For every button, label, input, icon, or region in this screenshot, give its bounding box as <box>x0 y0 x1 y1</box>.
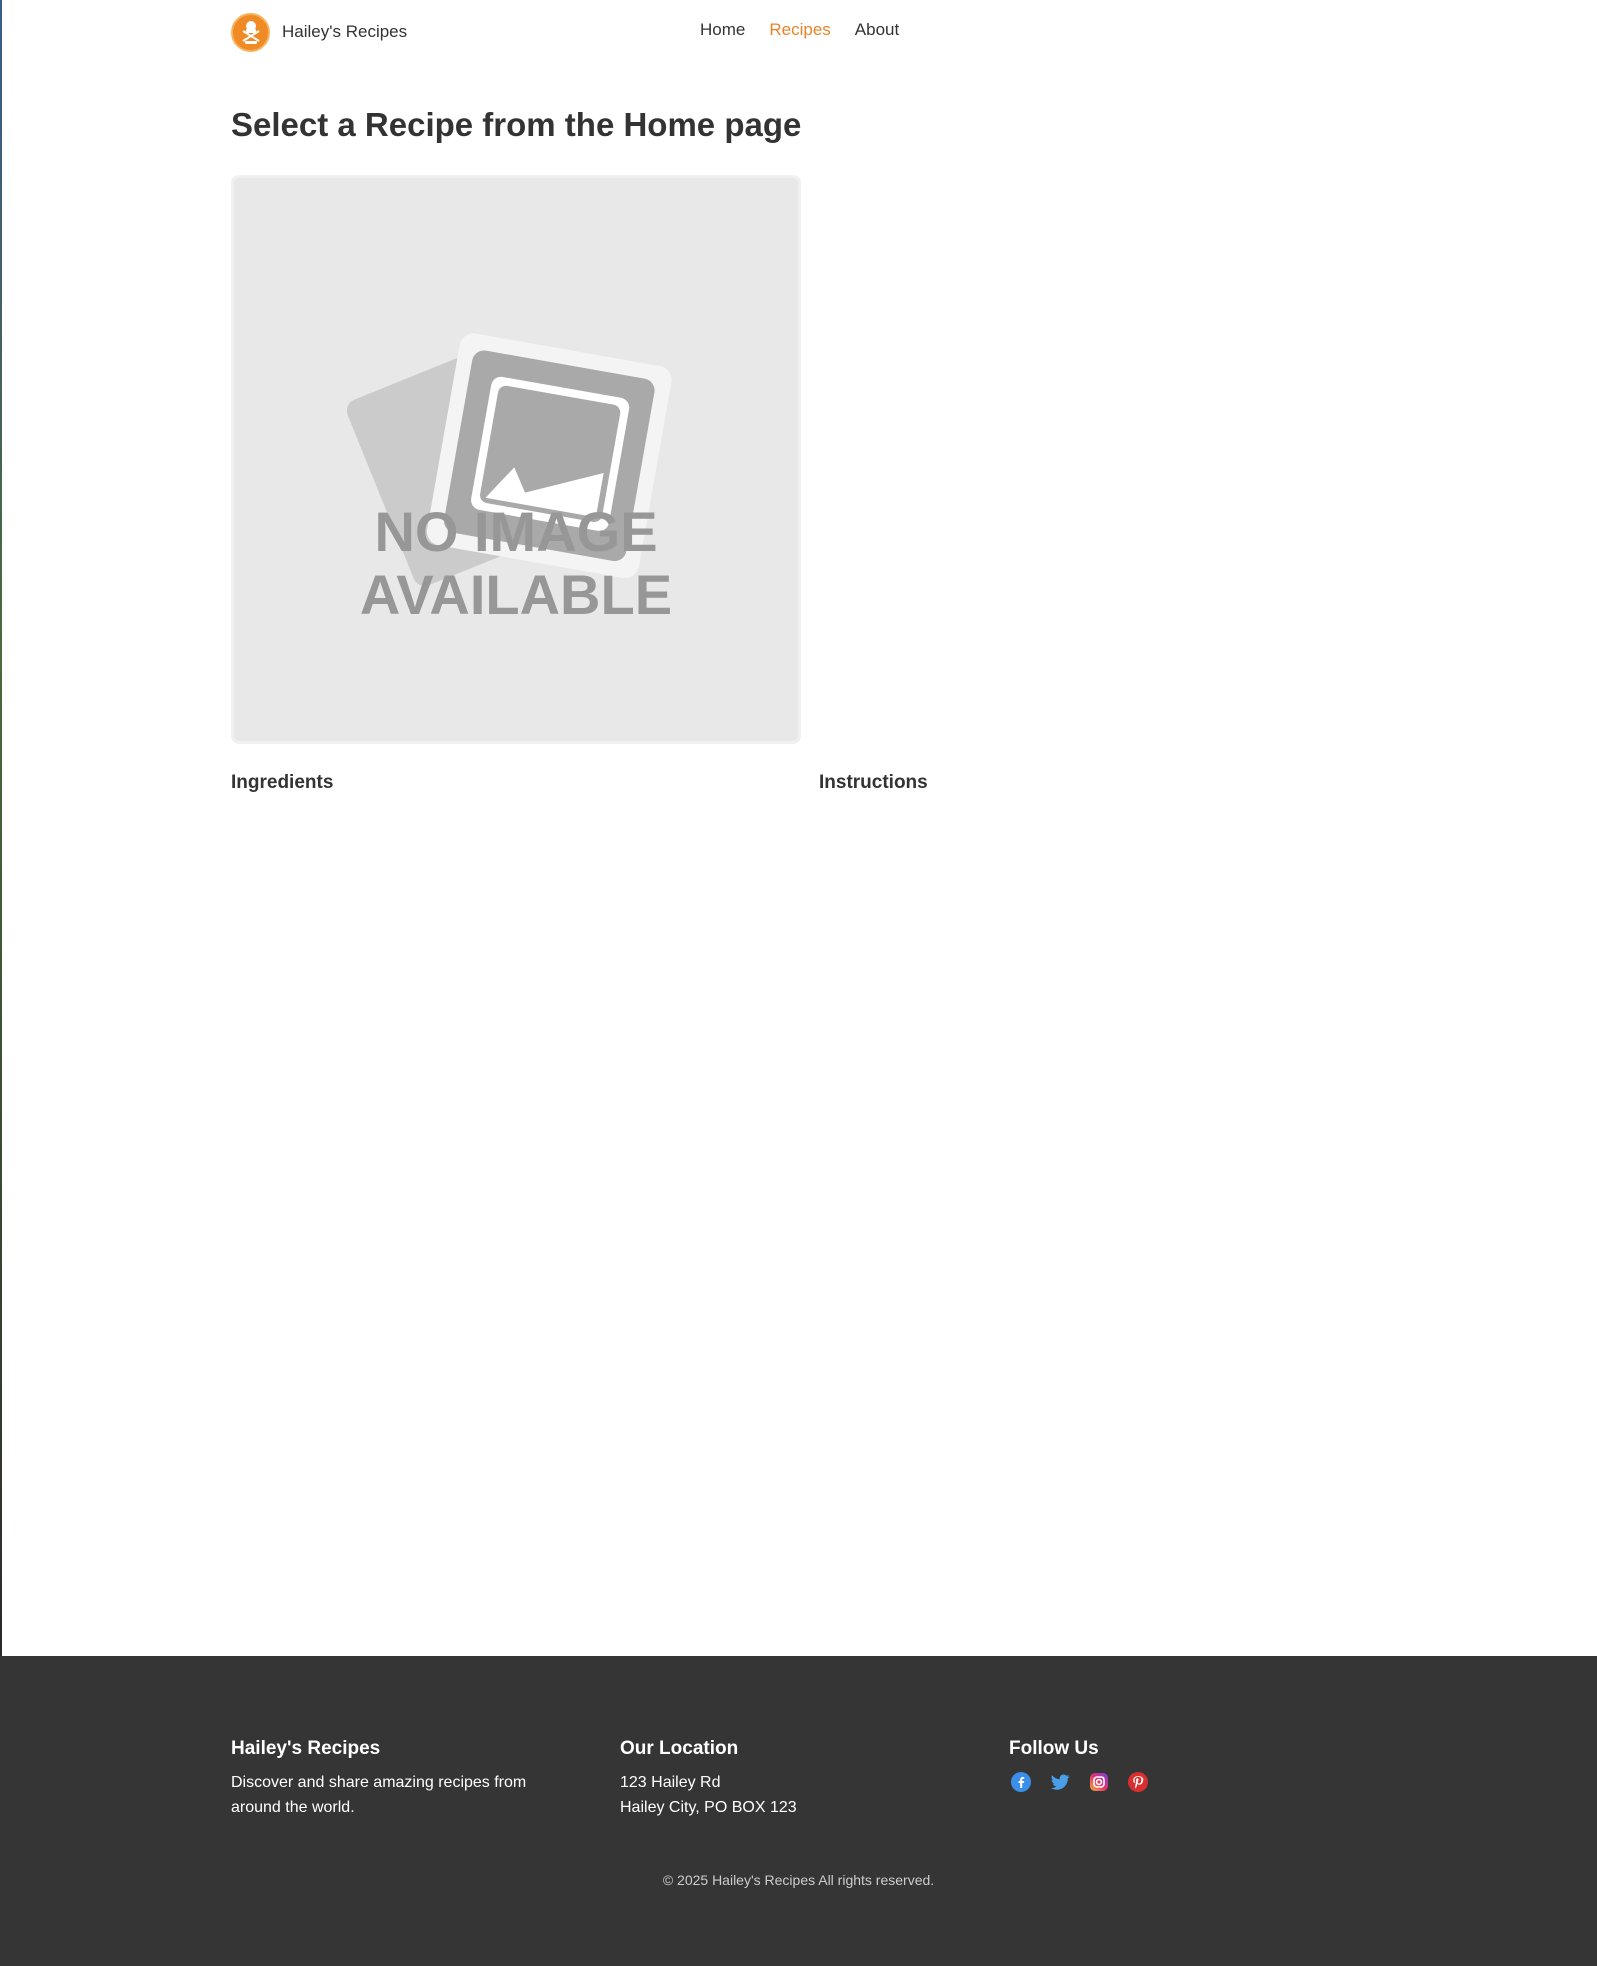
recipe-image-placeholder: NO IMAGE AVAILABLE <box>231 175 801 744</box>
footer-follow: Follow Us <box>1009 1738 1309 1794</box>
pinterest-icon[interactable] <box>1126 1770 1150 1794</box>
no-image-text-line2: AVAILABLE <box>360 563 672 626</box>
copyright-text: © 2025 Hailey's Recipes All rights reser… <box>662 1872 935 1888</box>
brand-link[interactable]: Hailey's Recipes <box>231 12 407 52</box>
ingredients-heading: Ingredients <box>231 772 334 793</box>
site-footer: Hailey's Recipes Discover and share amaz… <box>0 1656 1597 1966</box>
footer-follow-heading: Follow Us <box>1009 1738 1099 1759</box>
window-edge <box>0 0 2 1656</box>
nav-about[interactable]: About <box>855 20 899 40</box>
footer-location-heading: Our Location <box>620 1738 739 1759</box>
footer-about: Hailey's Recipes Discover and share amaz… <box>231 1738 571 1820</box>
no-image-icon: NO IMAGE AVAILABLE <box>346 333 672 626</box>
footer-address-line1: 123 Hailey Rd <box>620 1774 721 1791</box>
site-header: Hailey's Recipes Home Recipes About <box>0 0 1597 64</box>
footer-about-heading: Hailey's Recipes <box>231 1738 381 1759</box>
twitter-icon[interactable] <box>1048 1770 1072 1794</box>
social-links <box>1009 1770 1309 1794</box>
main-nav: Home Recipes About <box>700 20 899 40</box>
no-image-text-line1: NO IMAGE <box>374 500 657 563</box>
nav-recipes[interactable]: Recipes <box>769 20 830 40</box>
page-title: Select a Recipe from the Home page <box>231 106 802 143</box>
footer-location: Our Location 123 Hailey Rd Hailey City, … <box>620 1738 960 1820</box>
footer-about-text: Discover and share amazing recipes from … <box>231 1774 527 1816</box>
chef-logo-icon <box>231 12 270 52</box>
nav-home[interactable]: Home <box>700 20 745 40</box>
brand-name: Hailey's Recipes <box>282 22 408 41</box>
instagram-icon[interactable] <box>1087 1770 1111 1794</box>
instructions-heading: Instructions <box>819 772 928 793</box>
footer-address-line2: Hailey City, PO BOX 123 <box>620 1799 797 1816</box>
facebook-icon[interactable] <box>1009 1770 1033 1794</box>
